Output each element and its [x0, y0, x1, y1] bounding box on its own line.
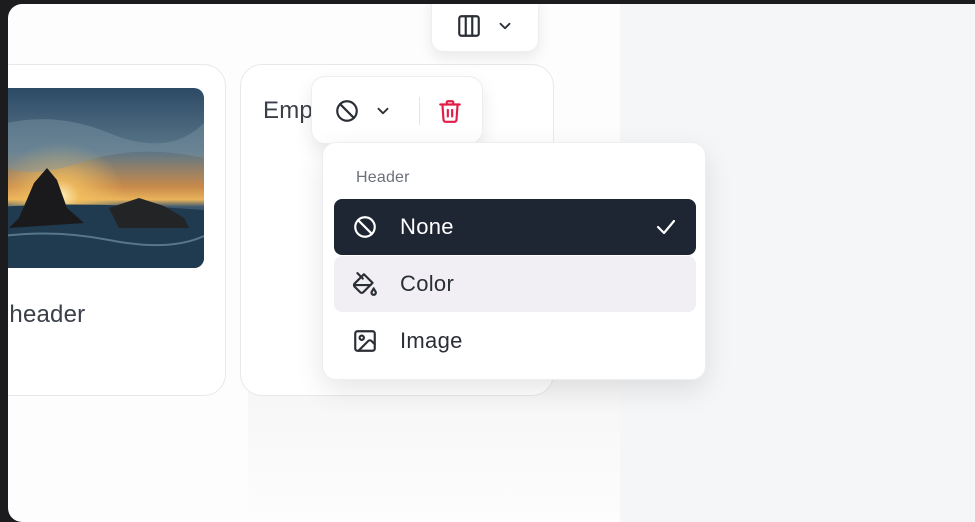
header-dropdown-menu: Header None Color Image: [322, 142, 706, 380]
menu-item-label: None: [400, 214, 454, 239]
check-icon: [654, 215, 678, 239]
menu-item-none[interactable]: None: [334, 199, 696, 255]
paint-bucket-icon: [352, 271, 378, 297]
toolbar-divider: [419, 97, 420, 125]
card-with-image-header[interactable]: e header: [8, 64, 226, 396]
menu-item-image[interactable]: Image: [334, 313, 696, 369]
columns-icon: [456, 13, 482, 39]
chevron-down-icon: [374, 102, 392, 120]
card-header-image: [8, 88, 204, 268]
card-toolbar: [311, 76, 483, 144]
app-frame: e header Emp: [8, 4, 975, 522]
delete-button[interactable]: [436, 97, 464, 125]
menu-item-label: Color: [400, 271, 455, 296]
header-type-button[interactable]: [334, 95, 402, 127]
card-caption: e header: [8, 301, 86, 328]
ban-icon: [334, 98, 360, 124]
menu-section-label: Header: [356, 169, 410, 186]
ban-icon: [352, 214, 378, 240]
columns-layout-button[interactable]: [431, 4, 539, 52]
card-title: Emp: [263, 97, 313, 124]
trash-icon: [437, 98, 463, 124]
chevron-down-icon: [496, 17, 514, 35]
menu-item-label: Image: [400, 328, 463, 353]
menu-item-color[interactable]: Color: [334, 256, 696, 312]
image-icon: [352, 328, 378, 354]
